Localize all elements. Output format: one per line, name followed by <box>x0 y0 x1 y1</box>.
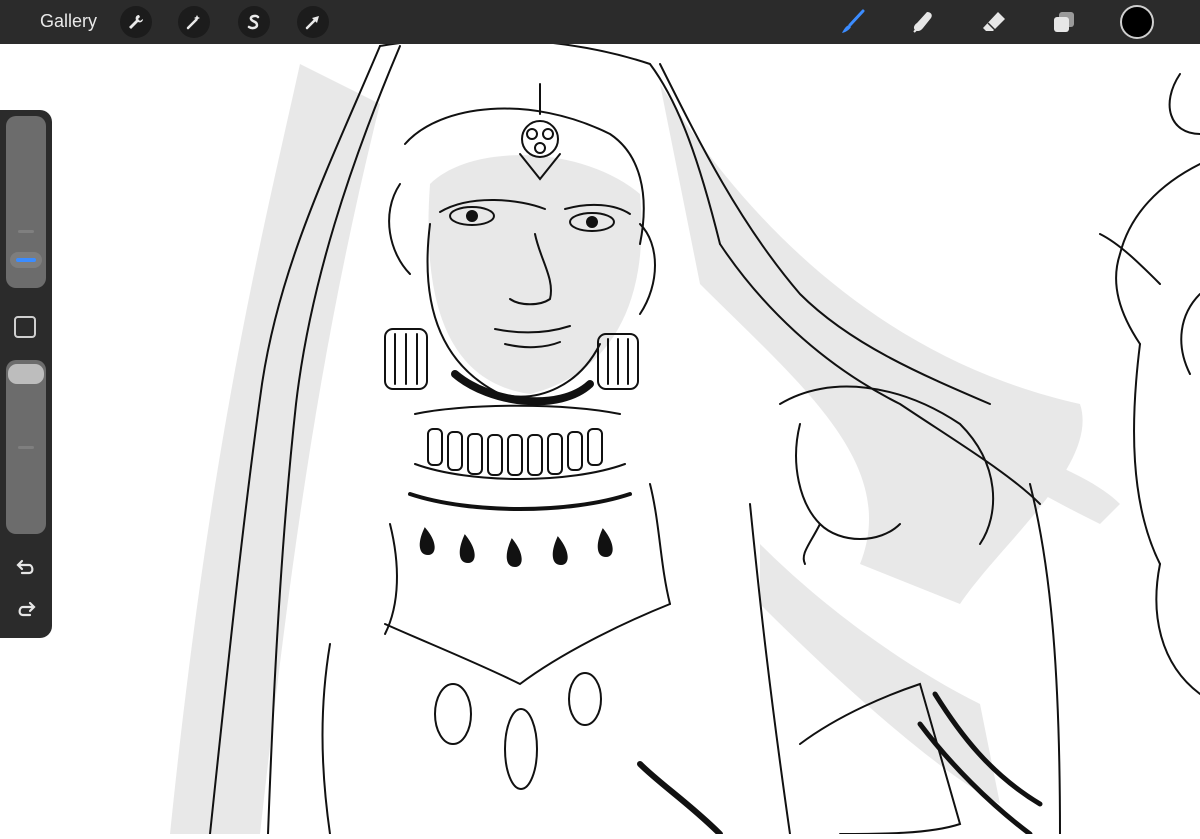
brush-size-slider[interactable] <box>6 116 46 288</box>
brush-icon[interactable] <box>836 6 868 38</box>
top-toolbar: Gallery <box>0 0 1200 44</box>
opacity-handle[interactable] <box>8 364 44 384</box>
selection-s-icon[interactable] <box>238 6 270 38</box>
active-indicator <box>16 258 36 262</box>
gallery-button[interactable]: Gallery <box>40 11 97 32</box>
transform-arrow-icon[interactable] <box>297 6 329 38</box>
modify-square-icon[interactable] <box>14 316 36 338</box>
brush-size-handle[interactable] <box>10 252 42 268</box>
slider-notch <box>18 446 34 449</box>
adjustments-magic-wand-icon[interactable] <box>178 6 210 38</box>
opacity-slider[interactable] <box>6 360 46 534</box>
color-picker-button[interactable] <box>1120 5 1154 39</box>
smudge-icon[interactable] <box>907 6 939 38</box>
layers-icon[interactable] <box>1048 6 1080 38</box>
sidebar-panel <box>0 110 52 638</box>
actions-wrench-icon[interactable] <box>120 6 152 38</box>
undo-icon[interactable] <box>14 556 38 580</box>
eraser-icon[interactable] <box>978 6 1010 38</box>
sketch-artwork <box>170 37 1200 837</box>
redo-icon[interactable] <box>14 598 38 622</box>
drawing-canvas[interactable] <box>0 37 1200 837</box>
slider-notch <box>18 230 34 233</box>
